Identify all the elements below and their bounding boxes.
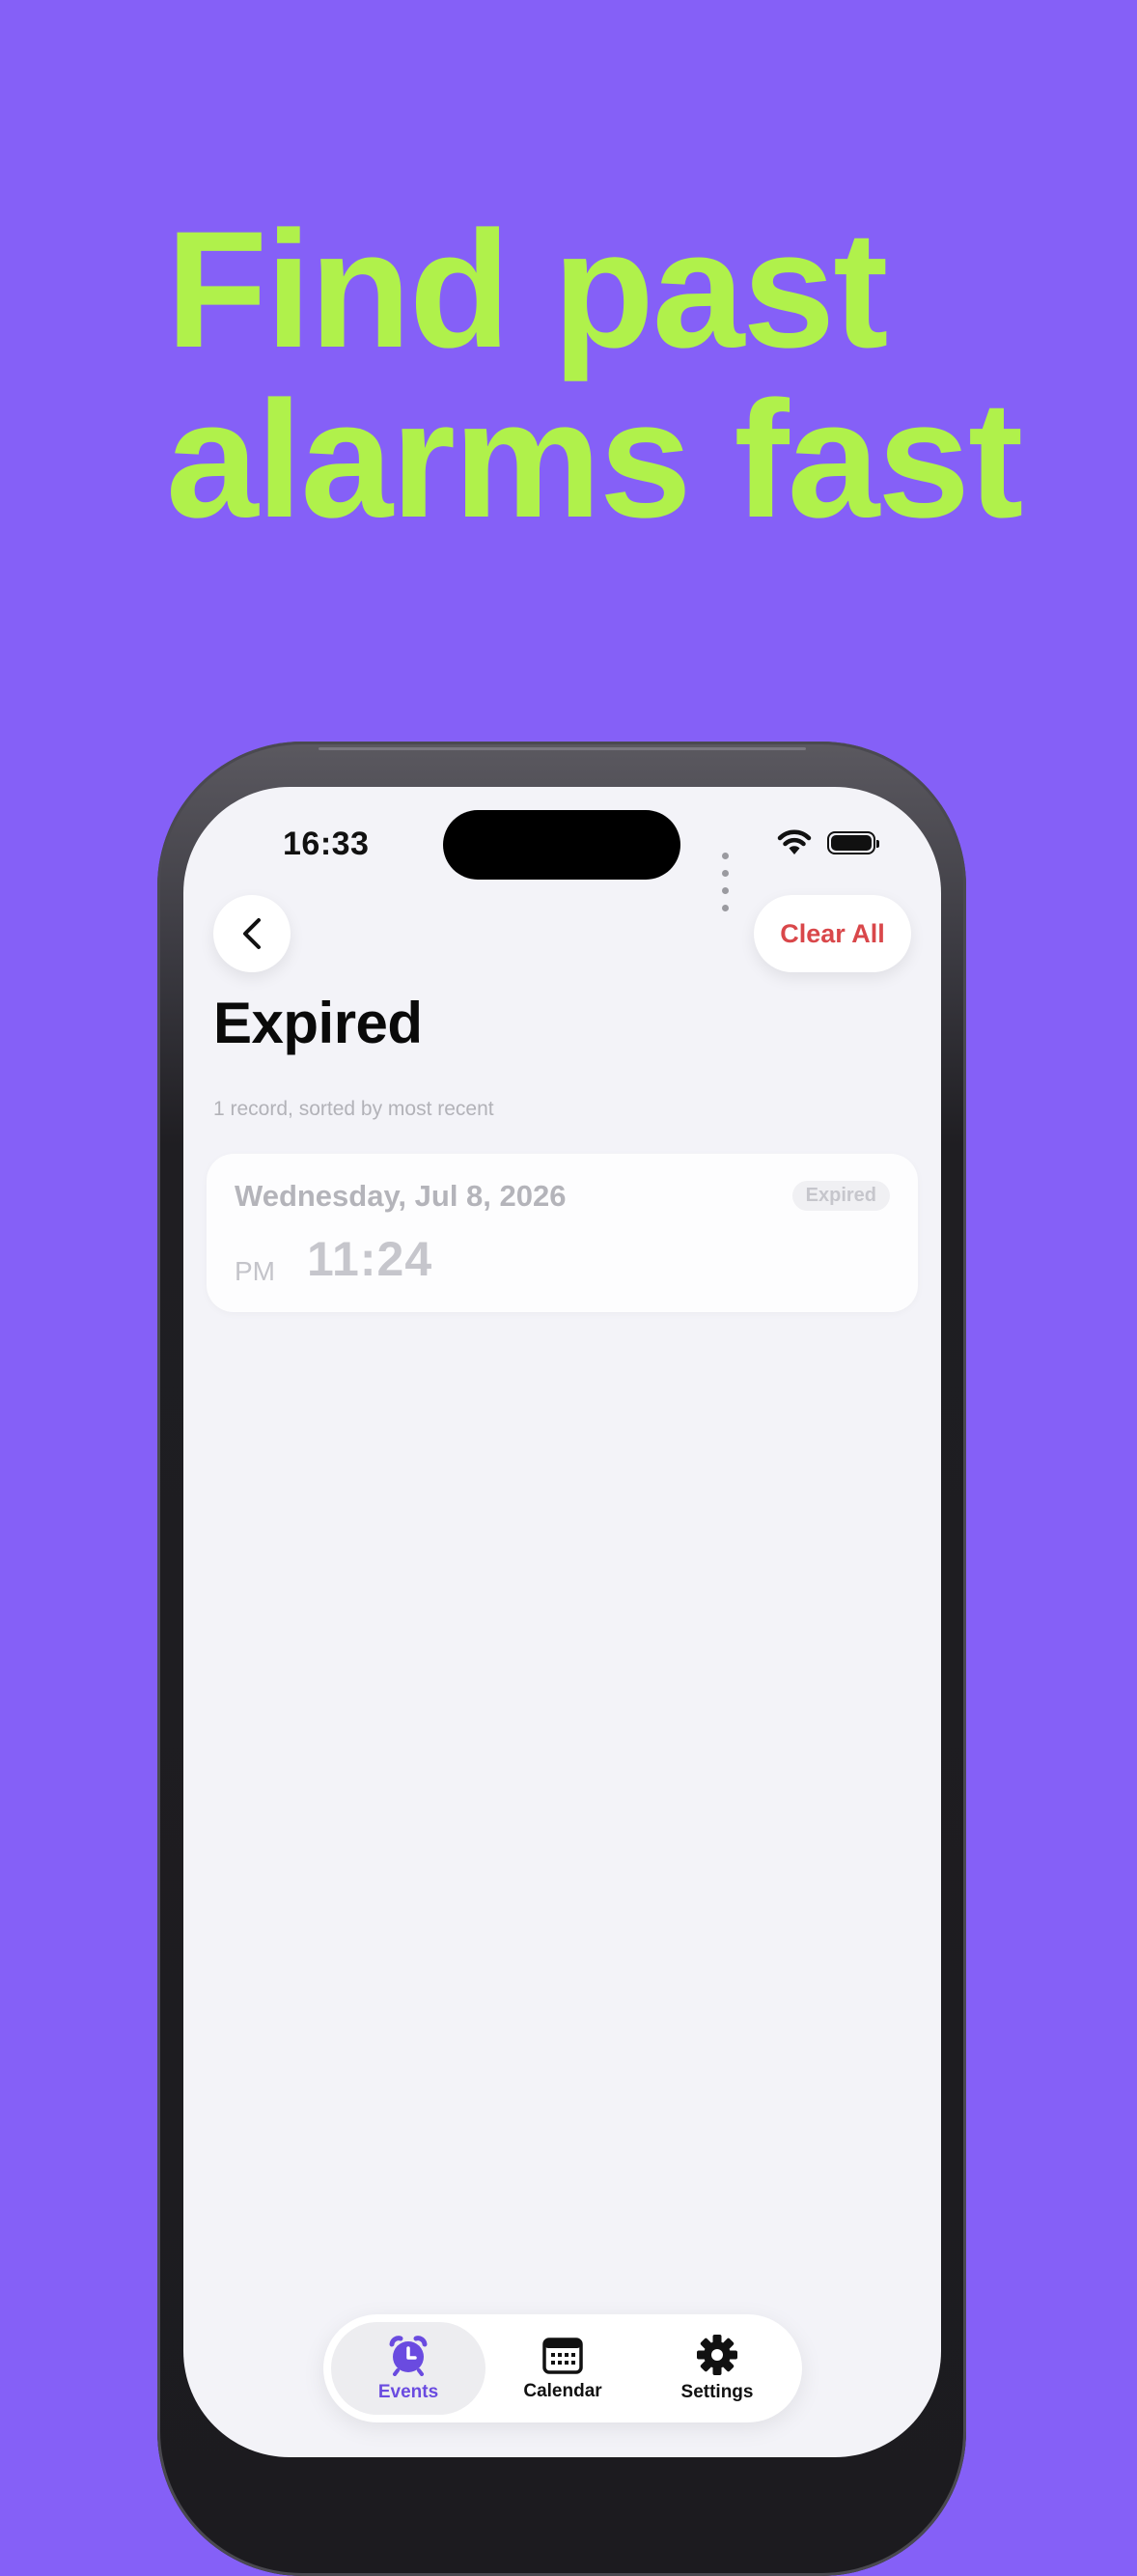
page-title: Expired [213,991,423,1055]
gear-icon [697,2335,737,2375]
headline-line-1: Find past [166,197,888,382]
tab-events-label: Events [377,2382,439,2402]
alarm-time: 11:24 [307,1232,433,1286]
phone-edge-highlight [319,747,806,750]
alarm-clock-icon [389,2336,428,2376]
chevron-left-icon [243,918,261,949]
wifi-icon [777,829,812,854]
records-summary: 1 record, sorted by most recent [213,1098,494,1120]
battery-icon [827,831,879,854]
dynamic-island [443,810,680,880]
alarm-date: Wednesday, Jul 8, 2026 [235,1179,567,1213]
status-time: 16:33 [283,826,370,862]
tab-calendar-label: Calendar [523,2381,602,2401]
tab-settings[interactable]: Settings [640,2322,794,2415]
marketing-headline: Find past alarms fast [166,205,1093,545]
expired-alarm-card[interactable]: Wednesday, Jul 8, 2026 Expired PM 11:24 [207,1154,918,1312]
alarm-ampm: PM [235,1256,275,1286]
tab-events[interactable]: Events [331,2322,485,2415]
back-button[interactable] [213,895,291,972]
status-badge: Expired [791,1181,890,1211]
tab-bar: Events Calendar Settings [323,2314,802,2422]
tab-settings-label: Settings [680,2382,754,2402]
signal-icon [722,847,732,916]
clear-all-button[interactable]: Clear All [754,895,911,972]
calendar-icon [542,2338,583,2374]
phone-screen: 16:33 Clear All Expired 1 record, sorted… [183,787,941,2457]
headline-line-2: alarms fast [166,367,1023,552]
tab-calendar[interactable]: Calendar [485,2322,640,2415]
